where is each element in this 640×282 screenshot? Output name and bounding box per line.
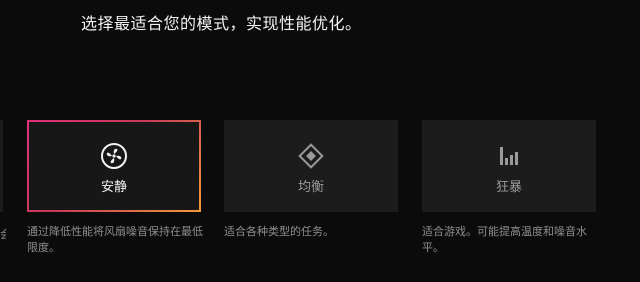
mode-description-balanced: 适合各种类型的任务。 xyxy=(224,225,334,238)
page-title: 选择最适合您的模式，实现性能优化。 xyxy=(81,14,362,33)
mode-card-partial-description: 会 xyxy=(0,228,6,241)
mode-label-quiet: 安静 xyxy=(100,180,127,195)
diamond-icon xyxy=(298,143,324,169)
mode-card-quiet-body: 安静 xyxy=(29,122,199,210)
mode-card-balanced[interactable]: 均衡 xyxy=(224,120,398,212)
mode-label-balanced: 均衡 xyxy=(297,180,324,195)
bar-chart-icon xyxy=(500,147,518,165)
mode-description-quiet: 通过降低性能将风扇噪音保持在最低限度。 xyxy=(27,225,203,254)
mode-card-quiet[interactable]: 安静 xyxy=(27,120,201,212)
mode-card-partial[interactable] xyxy=(0,120,3,212)
fan-icon xyxy=(101,143,127,169)
mode-card-turbo[interactable]: 狂暴 xyxy=(422,120,596,212)
mode-description-turbo: 适合游戏。可能提高温度和噪音水平。 xyxy=(422,225,587,254)
mode-label-turbo: 狂暴 xyxy=(495,180,522,195)
